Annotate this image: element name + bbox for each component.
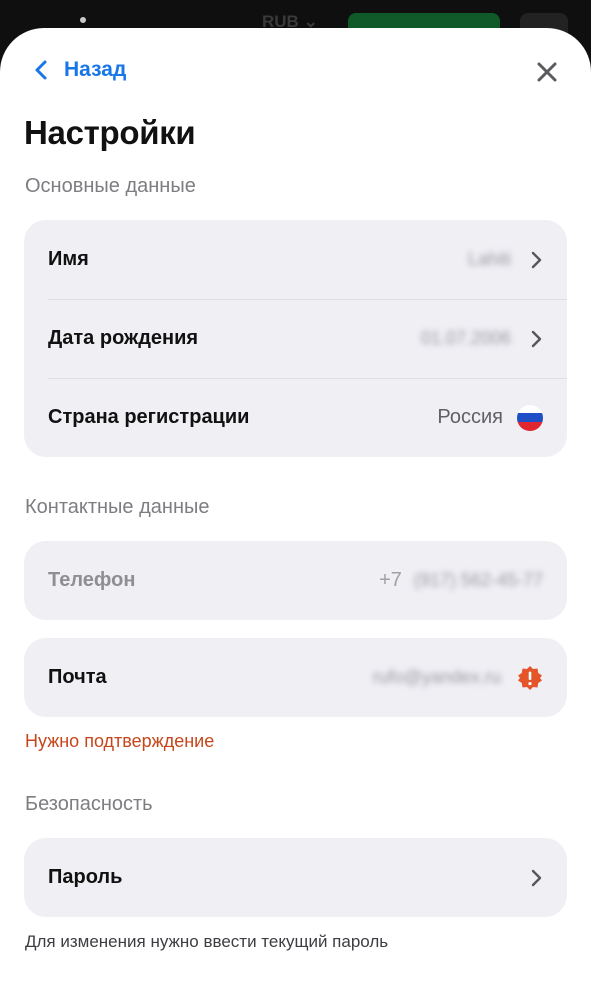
password-row[interactable]: Пароль (24, 838, 567, 917)
email-card: Почта rufo@yandex.ru (24, 638, 567, 717)
password-card: Пароль (24, 838, 567, 917)
phone-label: Телефон (48, 569, 136, 591)
birth-date-label: Дата рождения (48, 327, 199, 349)
name-value: Lahiti (467, 249, 511, 269)
basic-info-card: Имя Lahiti Дата рождения 01.07.2006 Стра… (24, 220, 567, 457)
name-label: Имя (48, 248, 89, 270)
chevron-right-icon (531, 869, 542, 886)
phone-value: (917) 562-45-77 (413, 570, 543, 590)
russia-flag-icon (517, 404, 543, 431)
country-row: Страна регистрации Россия (24, 378, 567, 457)
birth-date-row[interactable]: Дата рождения 01.07.2006 (24, 299, 567, 378)
back-button[interactable]: Назад (32, 58, 126, 82)
email-label: Почта (48, 666, 107, 688)
close-icon[interactable] (535, 60, 559, 84)
password-hint: Для изменения нужно ввести текущий парол… (25, 932, 389, 951)
phone-row: Телефон +7 (917) 562-45-77 (24, 541, 567, 620)
status-dot (80, 17, 86, 23)
section-title-basic: Основные данные (25, 175, 196, 197)
phone-prefix: +7 (379, 569, 402, 591)
page-title: Настройки (24, 114, 196, 151)
password-label: Пароль (48, 866, 123, 888)
warning-badge-icon (518, 665, 542, 690)
chevron-right-icon (531, 330, 542, 347)
chevron-left-icon (35, 60, 47, 80)
back-label: Назад (64, 58, 127, 81)
email-value: rufo@yandex.ru (372, 667, 501, 687)
country-label: Страна регистрации (48, 406, 250, 428)
email-row[interactable]: Почта rufo@yandex.ru (24, 638, 567, 717)
chevron-right-icon (531, 251, 542, 268)
section-title-security: Безопасность (25, 793, 153, 815)
section-title-contacts: Контактные данные (25, 496, 210, 518)
birth-date-value: 01.07.2006 (420, 328, 511, 348)
name-row[interactable]: Имя Lahiti (24, 220, 567, 299)
phone-card: Телефон +7 (917) 562-45-77 (24, 541, 567, 620)
settings-sheet: Назад Настройки Основные данные Имя Lahi… (0, 28, 591, 995)
country-value: Россия (437, 406, 503, 428)
email-confirmation-warning: Нужно подтверждение (25, 731, 215, 751)
